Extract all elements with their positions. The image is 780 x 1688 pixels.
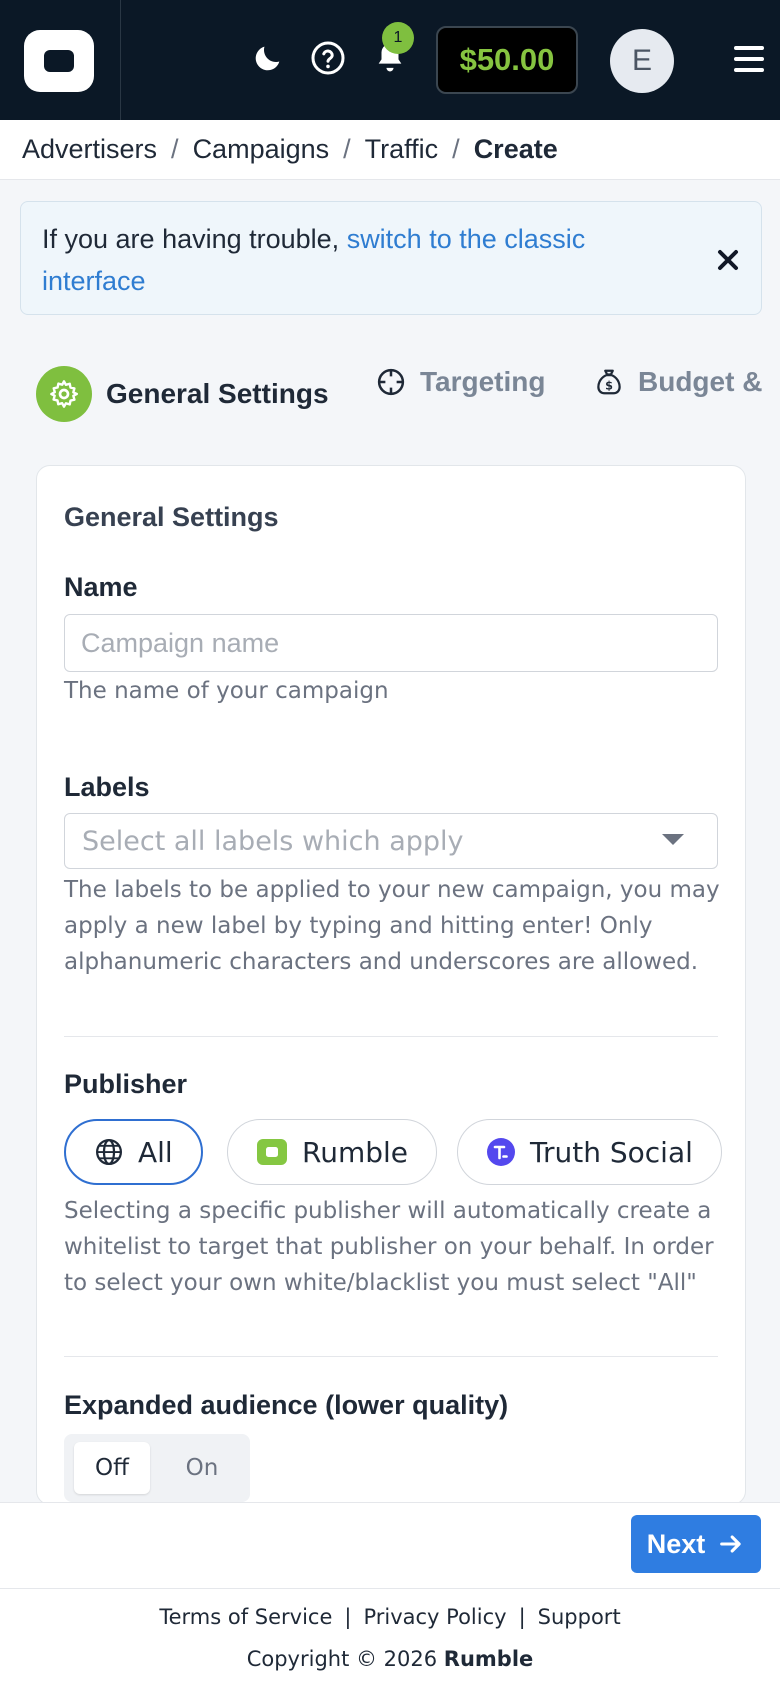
publisher-label: Publisher bbox=[64, 1069, 188, 1099]
step-targeting[interactable]: Targeting bbox=[376, 366, 545, 398]
privacy-link[interactable]: Privacy Policy bbox=[363, 1605, 506, 1629]
svg-text:$: $ bbox=[605, 380, 613, 393]
name-label: Name bbox=[64, 572, 138, 602]
copyright: Copyright © 2026 Rumble bbox=[0, 1647, 780, 1671]
classic-interface-alert: If you are having trouble, switch to the… bbox=[20, 201, 762, 315]
globe-icon bbox=[94, 1137, 124, 1167]
next-button-label: Next bbox=[646, 1528, 706, 1559]
breadcrumb: Advertisers / Campaigns / Traffic / Crea… bbox=[0, 120, 780, 180]
chevron-down-icon[interactable] bbox=[662, 834, 684, 845]
labels-label: Labels bbox=[64, 772, 150, 802]
breadcrumb-current: Create bbox=[473, 134, 558, 164]
step-targeting-label: Targeting bbox=[420, 366, 546, 397]
hamburger-icon[interactable] bbox=[734, 46, 764, 72]
terms-link[interactable]: Terms of Service bbox=[159, 1605, 332, 1629]
toggle-off-option[interactable]: Off bbox=[74, 1442, 150, 1494]
close-icon[interactable] bbox=[712, 244, 744, 276]
breadcrumb-separator: / bbox=[343, 134, 351, 164]
section-divider bbox=[64, 1356, 718, 1357]
gear-icon bbox=[36, 366, 92, 422]
footer-separator: | bbox=[344, 1605, 352, 1629]
topbar-divider bbox=[120, 0, 121, 120]
support-link[interactable]: Support bbox=[538, 1605, 621, 1629]
toggle-on-option[interactable]: On bbox=[164, 1442, 240, 1494]
publisher-all-button[interactable]: All bbox=[64, 1119, 203, 1185]
rumble-icon bbox=[256, 1138, 288, 1166]
step-budget-label: Budget & bbox=[638, 366, 763, 397]
help-circle-icon[interactable] bbox=[308, 38, 348, 78]
labels-help-text: The labels to be applied to your new cam… bbox=[64, 877, 720, 975]
breadcrumb-traffic[interactable]: Traffic bbox=[365, 134, 439, 165]
copyright-prefix: Copyright © 2026 bbox=[246, 1647, 444, 1671]
publisher-rumble-label: Rumble bbox=[302, 1135, 408, 1169]
avatar[interactable]: E bbox=[610, 29, 674, 93]
moon-icon[interactable] bbox=[248, 38, 288, 78]
breadcrumb-separator: / bbox=[171, 134, 179, 164]
account-balance[interactable]: $50.00 bbox=[436, 26, 578, 94]
step-general-settings[interactable]: General Settings bbox=[36, 366, 329, 422]
section-divider bbox=[64, 1036, 718, 1037]
truth-social-icon bbox=[486, 1137, 516, 1167]
copyright-brand: Rumble bbox=[443, 1647, 534, 1671]
notification-count-badge: 1 bbox=[382, 22, 414, 54]
publisher-all-label: All bbox=[138, 1135, 173, 1169]
card-title: General Settings bbox=[64, 502, 279, 532]
campaign-name-input[interactable] bbox=[64, 614, 718, 672]
breadcrumb-campaigns[interactable]: Campaigns bbox=[193, 134, 330, 165]
publisher-rumble-button[interactable]: Rumble bbox=[227, 1119, 437, 1185]
expanded-audience-label: Expanded audience (lower quality) bbox=[64, 1390, 509, 1420]
labels-placeholder: Select all labels which apply bbox=[82, 825, 464, 857]
arrow-right-icon bbox=[720, 1535, 741, 1553]
publisher-help-text: Selecting a specific publisher will auto… bbox=[64, 1198, 714, 1296]
footer bbox=[0, 1588, 780, 1688]
name-help-text: The name of your campaign bbox=[64, 678, 389, 704]
alert-text: If you are having trouble, bbox=[42, 224, 347, 254]
top-navigation-bar: 1 $50.00 E bbox=[0, 0, 780, 120]
footer-separator: | bbox=[518, 1605, 526, 1629]
labels-select[interactable]: Select all labels which apply bbox=[64, 813, 718, 869]
footer-links: Terms of Service | Privacy Policy | Support bbox=[0, 1605, 780, 1629]
step-general-label: General Settings bbox=[106, 378, 329, 409]
next-button[interactable]: Next bbox=[631, 1515, 761, 1573]
step-budget[interactable]: $ Budget & bbox=[594, 366, 762, 398]
breadcrumb-separator: / bbox=[452, 134, 460, 164]
crosshair-icon bbox=[376, 367, 406, 397]
publisher-truth-social-label: Truth Social bbox=[530, 1135, 693, 1169]
breadcrumb-advertisers[interactable]: Advertisers bbox=[22, 134, 157, 165]
expanded-audience-toggle: Off On bbox=[64, 1434, 250, 1502]
rumble-logo[interactable] bbox=[24, 30, 94, 92]
publisher-truth-social-button[interactable]: Truth Social bbox=[457, 1119, 722, 1185]
money-bag-icon: $ bbox=[594, 367, 624, 397]
